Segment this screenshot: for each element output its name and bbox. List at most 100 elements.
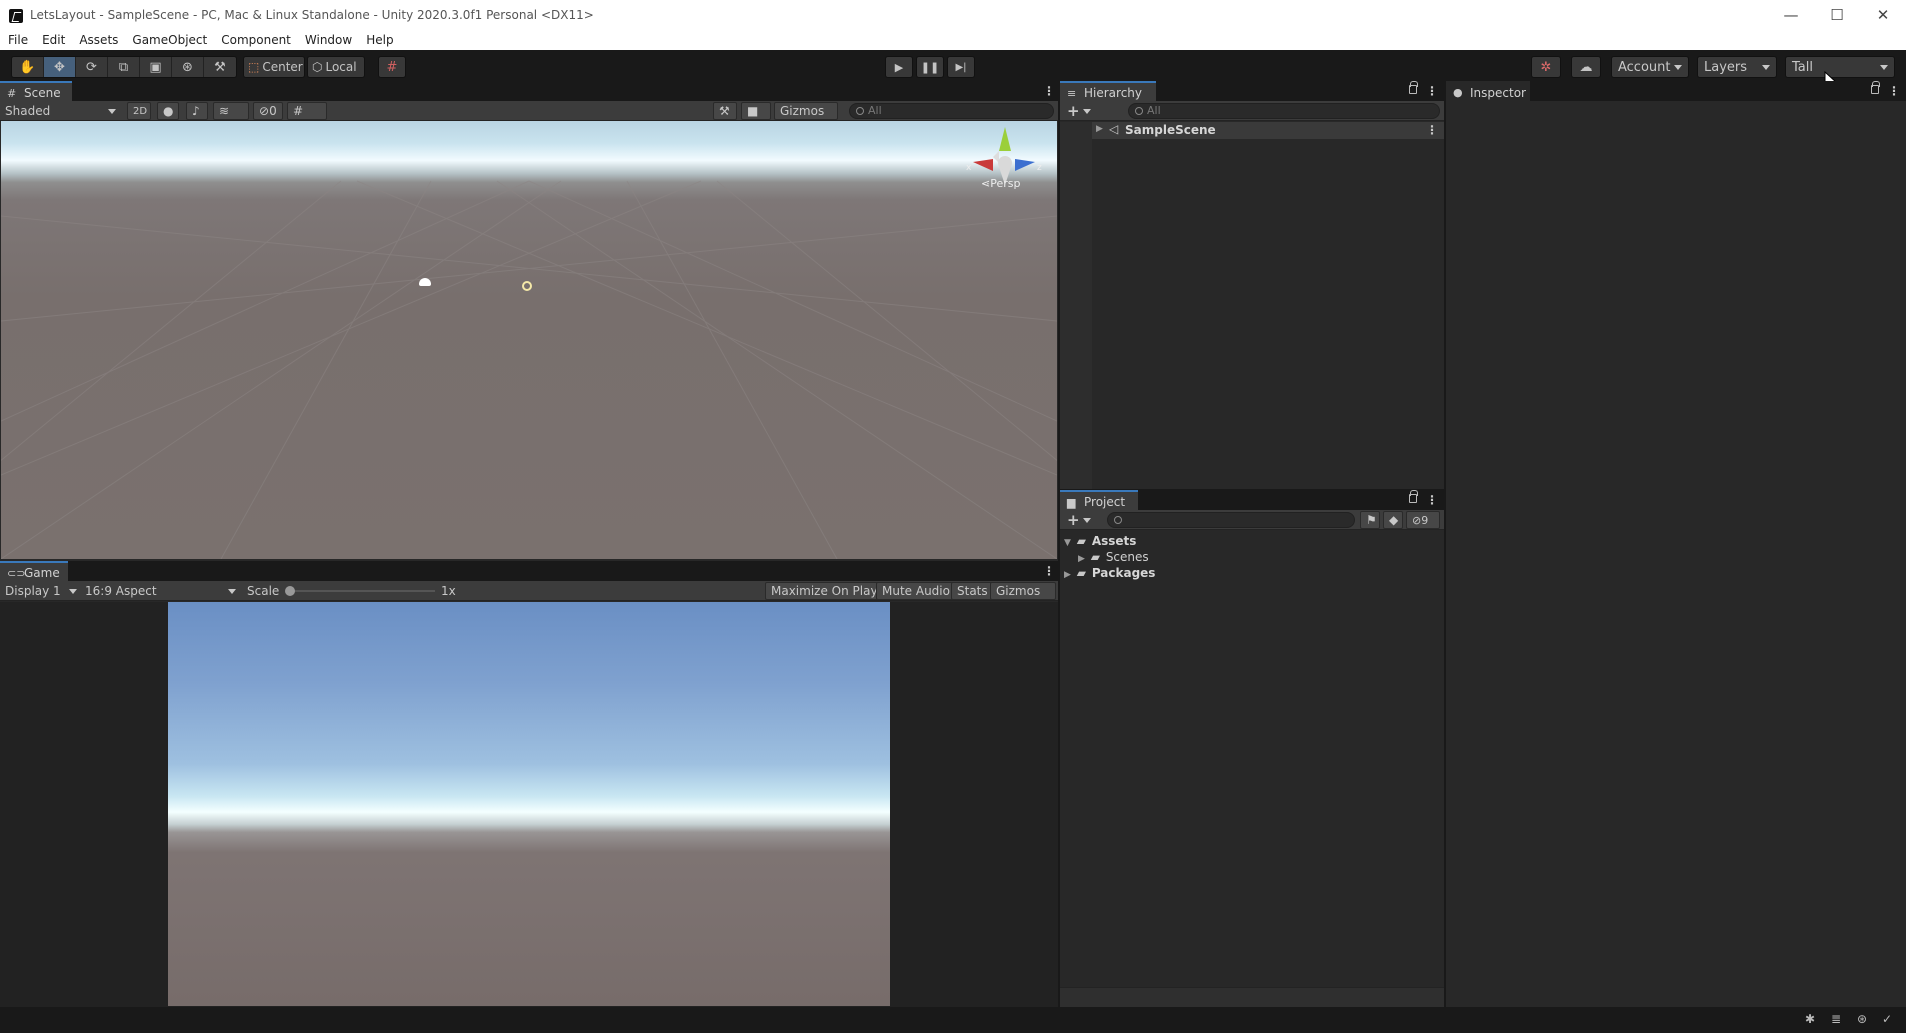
create-asset-button[interactable]: + — [1067, 511, 1080, 529]
transform-tool-icon[interactable]: ⊛ — [172, 57, 204, 77]
database-icon[interactable]: ≣ — [1831, 1012, 1841, 1026]
lock-icon[interactable] — [1409, 490, 1418, 503]
expand-arrow-icon[interactable]: ▶ — [1064, 570, 1071, 580]
camera-dropdown[interactable]: ■ — [741, 102, 771, 120]
gizmos-label: Gizmos — [780, 104, 825, 118]
game-menu-icon[interactable]: ⋮ — [1043, 564, 1055, 578]
layout-dropdown[interactable]: Tall — [1785, 56, 1895, 78]
grid-toggle[interactable]: # — [287, 102, 327, 120]
hidden-packages-count: 9 — [1421, 513, 1429, 527]
add-object-button[interactable]: + — [1067, 102, 1080, 120]
search-by-type-button[interactable]: ⚑ — [1360, 511, 1380, 529]
plus-icon: + — [1067, 511, 1080, 529]
gamepad-icon: ⊂⊃ — [7, 567, 26, 580]
persp-text: Persp — [990, 177, 1021, 190]
scale-tool-icon[interactable]: ⧉ — [108, 57, 140, 77]
tab-game[interactable]: ⊂⊃ Game — [0, 561, 68, 581]
space-local-button[interactable]: ⬡ Local — [307, 56, 365, 78]
display-dropdown[interactable]: Display 1 — [5, 584, 61, 598]
inspector-menu-icon[interactable]: ⋮ — [1888, 84, 1900, 98]
hidden-packages-toggle[interactable]: ⊘ 9 — [1406, 511, 1440, 529]
hidden-count: 0 — [269, 104, 277, 118]
move-tool-icon[interactable]: ✥ — [44, 57, 76, 77]
hierarchy-menu-icon[interactable]: ⋮ — [1426, 84, 1438, 98]
persp-label[interactable]: ⋖Persp — [981, 177, 1020, 190]
tools-toggle[interactable]: ⚒ — [713, 102, 737, 120]
scale-slider[interactable] — [289, 590, 435, 592]
mute-audio-toggle[interactable]: Mute Audio — [876, 582, 956, 600]
shading-mode-dropdown[interactable]: Shaded — [5, 104, 50, 118]
game-viewport[interactable] — [168, 602, 890, 1006]
scene-search-input[interactable]: All — [849, 103, 1054, 119]
2d-toggle[interactable]: 2D — [127, 102, 151, 120]
game-gizmos-label: Gizmos — [996, 584, 1041, 598]
menu-help[interactable]: Help — [366, 33, 393, 47]
hand-tool-icon[interactable]: ✋ — [12, 57, 44, 77]
minimize-button[interactable]: — — [1768, 0, 1814, 30]
pause-button[interactable]: ❚❚ — [916, 56, 944, 78]
pivot-center-button[interactable]: ⬚ Center — [243, 56, 305, 78]
expand-arrow-icon[interactable]: ▶ — [1078, 554, 1085, 564]
scene-search-placeholder: All — [868, 104, 882, 117]
hierarchy-row-scene[interactable]: ▶ ◁ SampleScene ⋮ — [1092, 122, 1444, 139]
hidden-objects-toggle[interactable]: ⊘ 0 — [253, 102, 283, 120]
bug-icon[interactable]: ✱ — [1805, 1012, 1815, 1026]
collab-button[interactable]: ✲ — [1531, 56, 1561, 78]
stats-toggle[interactable]: Stats — [951, 582, 994, 600]
project-menu-icon[interactable]: ⋮ — [1426, 493, 1438, 507]
speaker-icon: ♪ — [192, 104, 200, 118]
light-gizmo-icon[interactable] — [522, 281, 532, 291]
lighting-toggle[interactable]: ● — [157, 102, 179, 120]
tree-row-scenes[interactable]: ▶ ▰ Scenes — [1078, 550, 1149, 564]
search-by-label-button[interactable]: ◆ — [1383, 511, 1403, 529]
hierarchy-search-input[interactable]: All — [1128, 103, 1440, 119]
maximize-on-play-label: Maximize On Play — [771, 584, 878, 598]
menu-component[interactable]: Component — [221, 33, 291, 47]
lock-icon[interactable] — [1871, 81, 1880, 94]
game-gizmos-dropdown[interactable]: Gizmos — [990, 582, 1056, 600]
maximize-on-play-toggle[interactable]: Maximize On Play — [765, 582, 884, 600]
axis-y-label: y — [1003, 127, 1009, 128]
menu-window[interactable]: Window — [305, 33, 352, 47]
cloud-button[interactable]: ☁ — [1571, 56, 1601, 78]
grid-snap-button[interactable]: # — [378, 56, 406, 78]
menu-edit[interactable]: Edit — [42, 33, 65, 47]
scene-menu-icon[interactable]: ⋮ — [1043, 84, 1055, 98]
camera-gizmo-icon[interactable] — [419, 278, 431, 286]
project-search-input[interactable] — [1107, 512, 1355, 528]
maximize-button[interactable]: ☐ — [1814, 0, 1860, 30]
scene-gizmos-dropdown[interactable]: Gizmos — [774, 102, 838, 120]
tab-scene[interactable]: # Scene — [0, 81, 72, 101]
close-window-button[interactable]: ✕ — [1860, 0, 1906, 30]
play-button[interactable]: ▶ — [885, 56, 913, 78]
effects-dropdown[interactable]: ≋ — [213, 102, 249, 120]
tab-inspector[interactable]: ● Inspector — [1446, 81, 1530, 101]
tree-row-packages[interactable]: ▶ ▰ Packages — [1064, 566, 1155, 580]
scene-item-menu-icon[interactable]: ⋮ — [1426, 123, 1438, 137]
menu-assets[interactable]: Assets — [79, 33, 118, 47]
menu-bar: File Edit Assets GameObject Component Wi… — [0, 30, 1906, 50]
tab-project[interactable]: ▆ Project — [1060, 490, 1138, 510]
expand-arrow-icon[interactable]: ▶ — [1096, 124, 1103, 134]
scale-slider-handle[interactable] — [285, 586, 295, 596]
aspect-dropdown[interactable]: 16:9 Aspect — [85, 584, 157, 598]
eye-slash-icon: ⊘ — [1412, 513, 1422, 527]
cache-icon[interactable]: ⊛ — [1857, 1012, 1867, 1026]
progress-check-icon[interactable]: ✓ — [1882, 1012, 1892, 1026]
menu-gameobject[interactable]: GameObject — [132, 33, 207, 47]
audio-toggle[interactable]: ♪ — [186, 102, 208, 120]
expand-arrow-icon[interactable]: ▼ — [1064, 538, 1071, 548]
rect-tool-icon[interactable]: ▣ — [140, 57, 172, 77]
step-button[interactable]: ▶| — [947, 56, 975, 78]
scene-viewport[interactable]: y x z ⋖Persp — [1, 121, 1057, 559]
layers-dropdown[interactable]: Layers — [1697, 56, 1777, 78]
menu-file[interactable]: File — [8, 33, 28, 47]
tree-row-assets[interactable]: ▼ ▰ Assets — [1064, 534, 1136, 548]
custom-tool-icon[interactable]: ⚒ — [204, 57, 236, 77]
game-toolbar: Display 1 16:9 Aspect Scale 1x Maximize … — [0, 581, 1058, 601]
chevron-down-icon — [1083, 109, 1091, 114]
rotate-tool-icon[interactable]: ⟳ — [76, 57, 108, 77]
lock-icon[interactable] — [1409, 81, 1418, 94]
tab-hierarchy[interactable]: ≡ Hierarchy — [1060, 81, 1156, 101]
account-dropdown[interactable]: Account — [1611, 56, 1689, 78]
